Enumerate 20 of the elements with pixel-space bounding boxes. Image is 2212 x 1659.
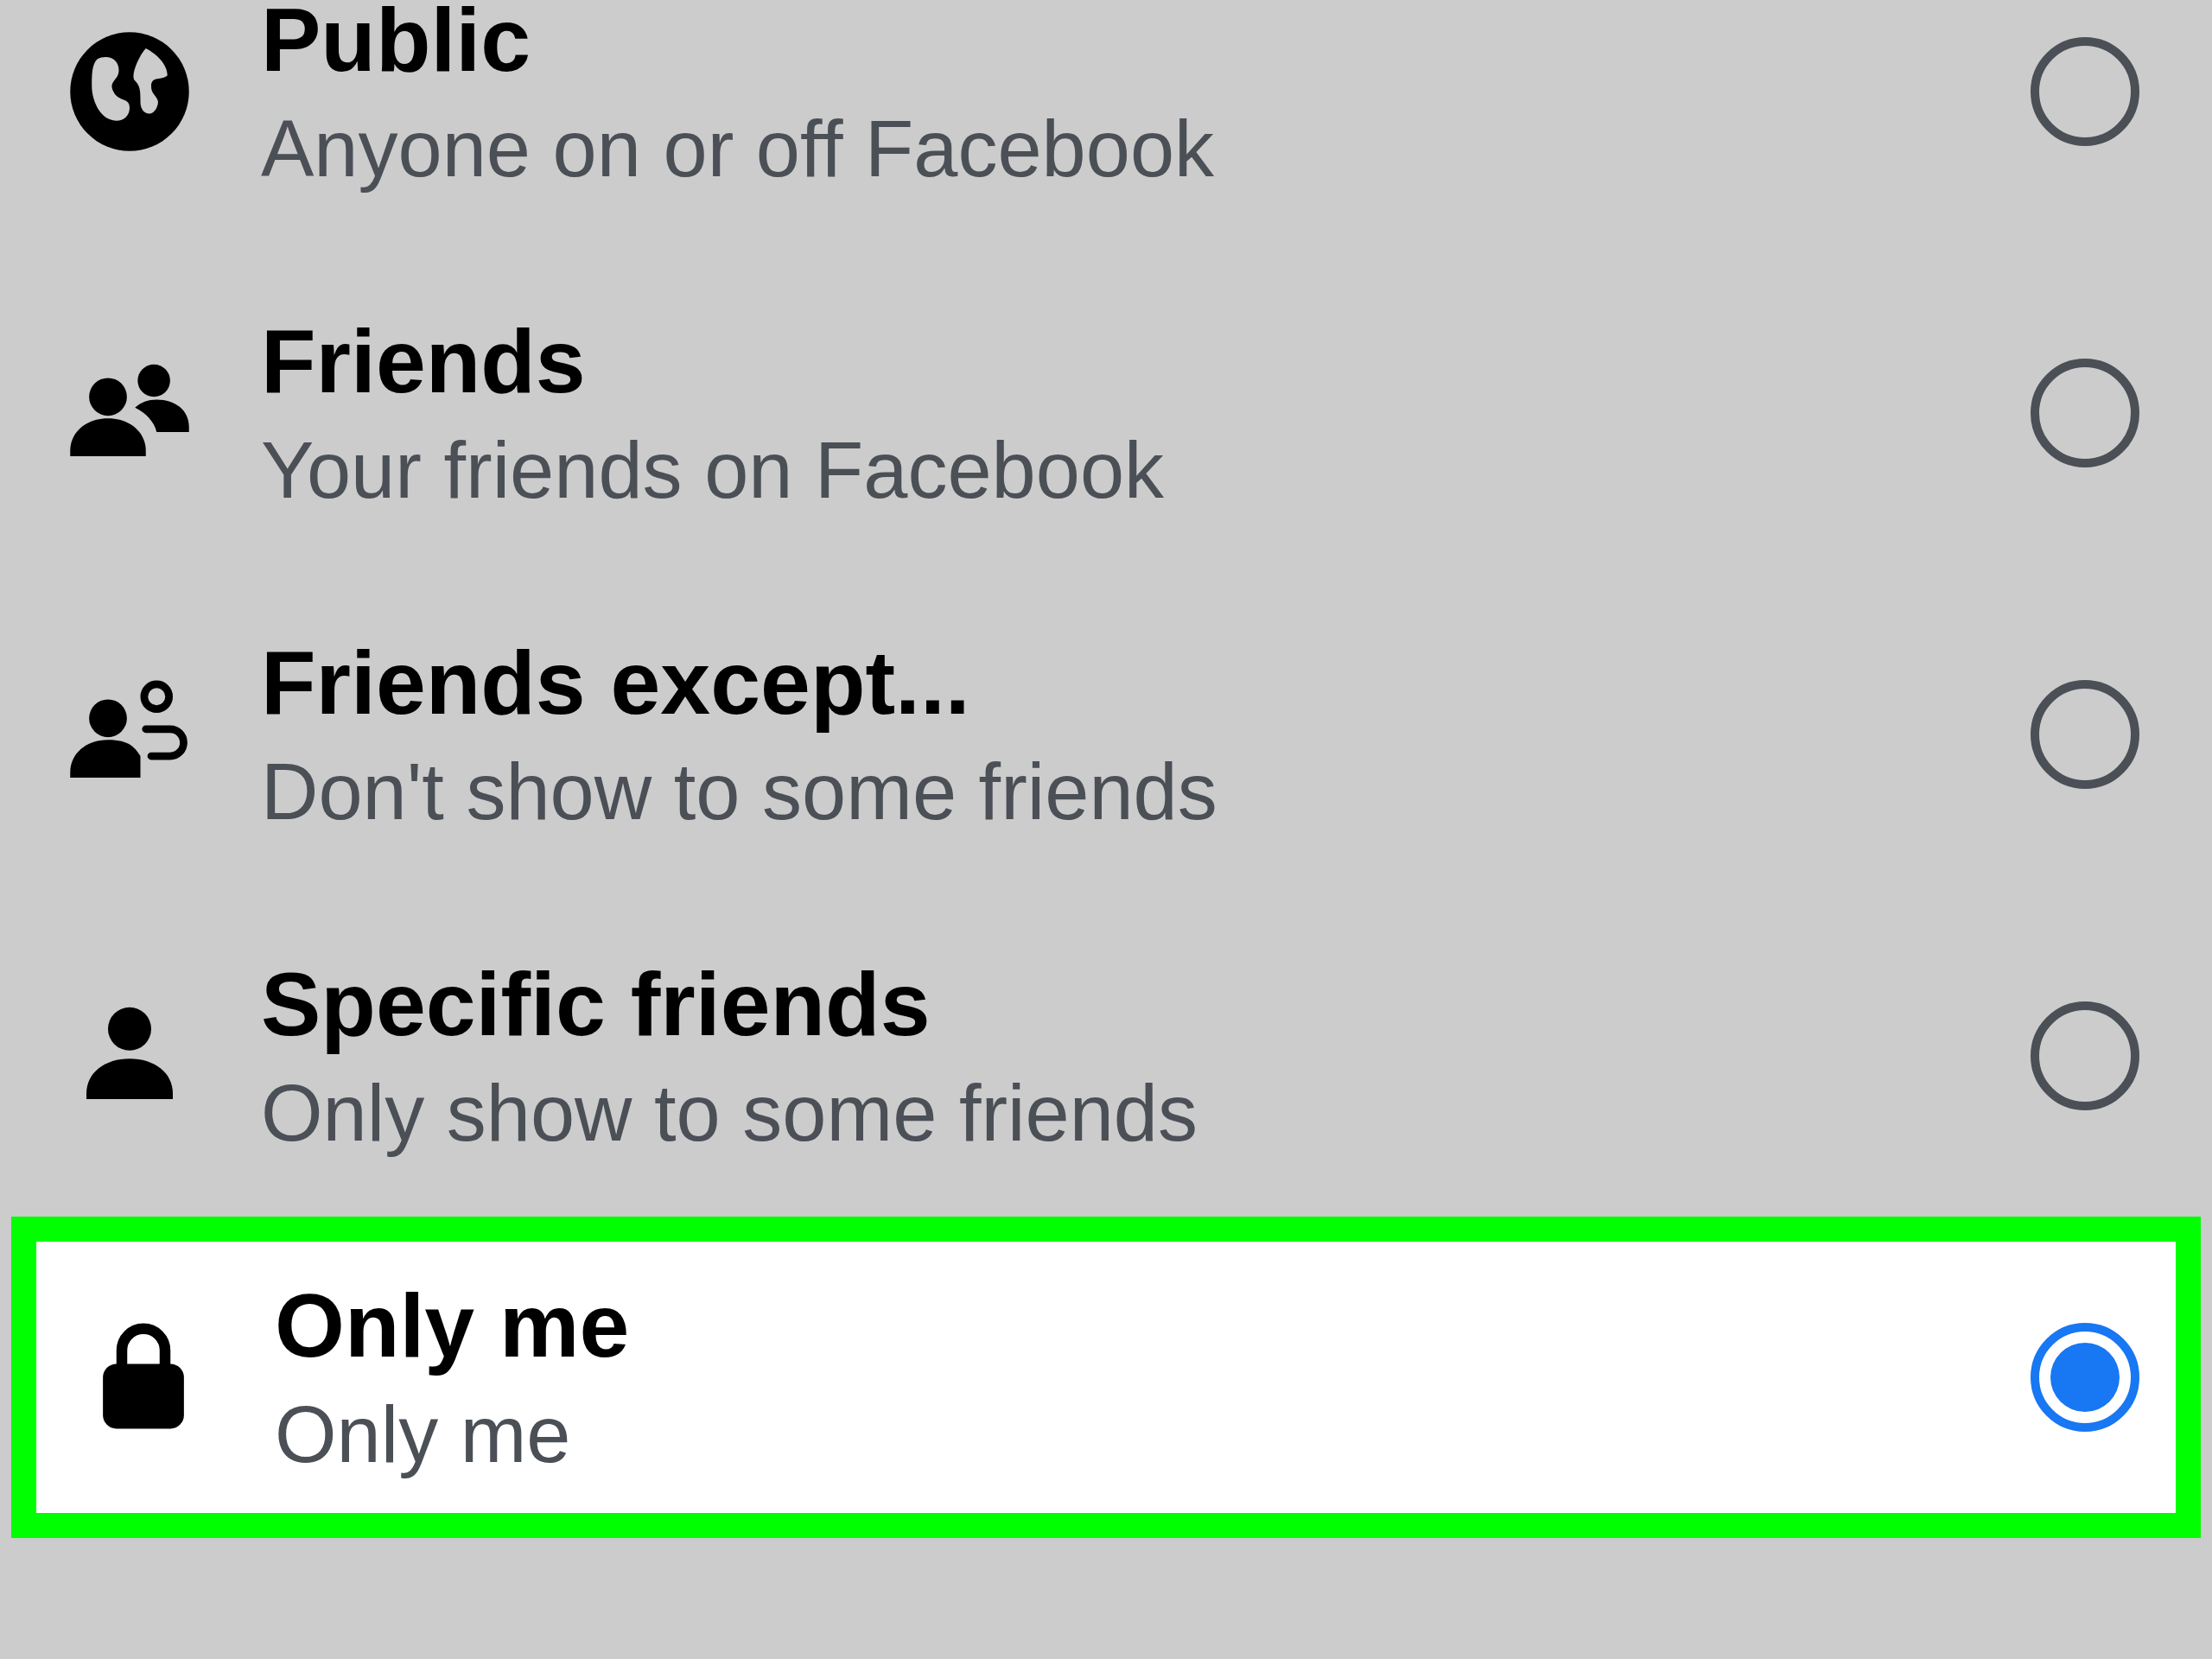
option-description: Only me [275, 1390, 572, 1478]
privacy-option[interactable]: Specific friends Only show to some friends [0, 895, 2212, 1217]
radio-button[interactable] [2031, 359, 2139, 467]
option-title: Only me [275, 1276, 631, 1376]
option-title: Friends except... [261, 633, 971, 733]
privacy-option[interactable]: Public Anyone on or off Facebook [0, 0, 2212, 252]
radio-button[interactable] [2031, 1001, 2139, 1110]
radio-button[interactable] [2031, 1323, 2139, 1432]
option-title: Specific friends [261, 955, 931, 1054]
option-description: Anyone on or off Facebook [261, 105, 1216, 193]
option-description: Only show to some friends [261, 1069, 1198, 1157]
privacy-option[interactable]: Friends Your friends on Facebook [0, 252, 2212, 574]
highlighted-option-row[interactable]: Only me Only me [11, 1217, 2201, 1538]
radio-button[interactable] [2031, 680, 2139, 789]
option-title: Friends [261, 312, 587, 411]
radio-button[interactable] [2031, 37, 2139, 146]
option-description: Your friends on Facebook [261, 426, 1166, 514]
option-title: Public [261, 0, 532, 90]
option-description: Don't show to some friends [261, 747, 1218, 836]
privacy-option[interactable]: Friends except... Don't show to some friends [0, 574, 2212, 895]
